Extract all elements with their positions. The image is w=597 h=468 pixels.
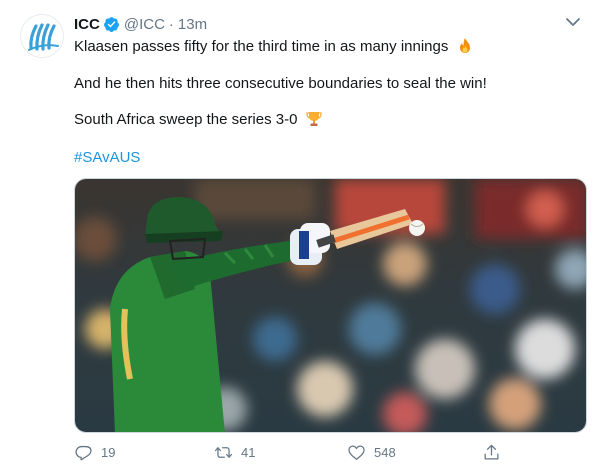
display-name[interactable]: ICC [74, 16, 100, 33]
tweet-photo[interactable] [74, 178, 587, 433]
share-icon [484, 444, 499, 460]
heart-icon [348, 445, 365, 460]
tweet-card[interactable]: ICC @ICC · 13m Klaasen passes fifty for … [0, 0, 597, 468]
icc-logo-icon [22, 16, 63, 57]
user-handle[interactable]: @ICC [124, 16, 165, 33]
retweet-count: 41 [241, 445, 256, 460]
reply-count: 19 [101, 445, 116, 460]
reply-icon [75, 445, 92, 461]
reply-button[interactable]: 19 [74, 443, 115, 462]
tweet-actions: 19 41 548 [74, 443, 587, 465]
like-count: 548 [374, 445, 396, 460]
verified-badge-icon [103, 16, 119, 32]
retweet-icon [214, 447, 233, 458]
fire-emoji-icon [459, 38, 470, 53]
avatar[interactable] [20, 14, 64, 58]
tweet-text-line: Klaasen passes fifty for the third time … [74, 37, 473, 57]
hashtag-link[interactable]: #SAvAUS [74, 148, 140, 168]
tweet-text-line: South Africa sweep the series 3-0 [74, 110, 322, 130]
tweet-text-line: And he then hits three consecutive bound… [74, 74, 487, 94]
tweet-header: ICC @ICC · 13m [74, 14, 207, 34]
like-button[interactable]: 548 [347, 443, 396, 462]
chevron-down-icon[interactable] [563, 12, 583, 32]
trophy-emoji-icon [305, 112, 322, 126]
batsman-photo [75, 179, 586, 432]
separator-dot: · [168, 15, 174, 33]
tweet-text: And he then hits three consecutive bound… [74, 75, 487, 92]
share-button[interactable] [482, 443, 509, 462]
retweet-button[interactable]: 41 [214, 443, 255, 462]
tweet-text: South Africa sweep the series 3-0 [74, 111, 298, 128]
tweet-text: Klaasen passes fifty for the third time … [74, 38, 449, 55]
timestamp[interactable]: 13m [178, 16, 207, 33]
